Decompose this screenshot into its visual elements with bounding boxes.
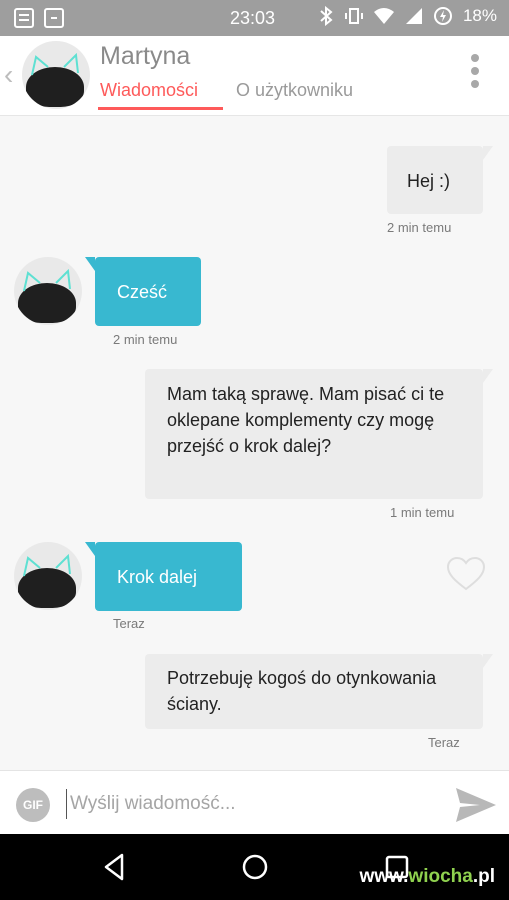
bluetooth-icon [320,6,333,26]
signal-icon [405,8,422,24]
system-icons: 18% [317,6,497,26]
watermark-prefix: www. [359,866,409,887]
battery-saver-icon [433,7,452,25]
message-outgoing: Mam taką sprawę. Mam pisać ci te oklepan… [145,369,493,499]
wifi-icon [373,8,394,24]
send-button[interactable] [454,785,498,825]
gif-button[interactable]: GIF [16,788,50,822]
watermark-brand: wiocha [408,866,473,887]
message-outgoing: Potrzebuję kogoś do otynkowania ściany. [145,654,493,729]
watermark: www.wiocha.pl [360,866,496,888]
message-incoming: Cześć [85,257,201,326]
notification-icons [14,8,64,28]
message-timestamp: 2 min temu [113,332,178,347]
contact-avatar-small[interactable] [14,542,82,610]
message-list: Hej :) 2 min temu Cześć 2 min temu Mam t… [0,116,509,770]
message-text: Mam taką sprawę. Mam pisać ci te oklepan… [167,384,445,456]
watermark-suffix: .pl [472,866,495,887]
nav-home-icon[interactable] [240,852,270,882]
active-tab-indicator [98,107,223,110]
like-heart-icon[interactable] [446,556,486,592]
chat-header: ‹ Martyna Wiadomości O użytkowniku [0,36,509,116]
status-time: 23:03 [230,8,276,28]
chevron-left-icon: ‹ [4,59,14,90]
back-button[interactable]: ‹ [4,60,22,90]
battery-level: 18% [462,6,497,25]
cat-ears-icon [23,268,71,292]
message-outgoing: Hej :) [387,146,493,214]
contact-name: Martyna [100,42,191,70]
message-timestamp: 2 min temu [387,220,452,235]
nav-back-icon[interactable] [100,852,130,882]
system-nav-bar: www.wiocha.pl [0,834,509,900]
contact-avatar[interactable] [22,41,90,109]
status-bar: 23:03 18% [0,0,509,36]
tab-about-user[interactable]: O użytkowniku [236,80,353,101]
message-incoming: Krok dalej [85,542,242,611]
message-text: Cześć [117,282,168,302]
more-options-button[interactable] [468,54,482,94]
message-timestamp: 1 min temu [390,505,455,520]
message-timestamp: Teraz [428,735,460,750]
message-text: Hej :) [407,171,451,191]
contact-avatar-small[interactable] [14,257,82,325]
composer: GIF [0,770,509,834]
message-input[interactable] [66,789,426,819]
message-text: Krok dalej [117,567,198,587]
notes-icon [14,8,34,28]
message-text: Potrzebuję kogoś do otynkowania ściany. [167,668,437,714]
clipboard-check-icon [44,8,64,28]
cat-ears-icon [23,553,71,577]
vibrate-icon [344,8,363,24]
message-timestamp: Teraz [113,616,145,631]
cat-ears-icon [31,52,79,76]
tab-messages[interactable]: Wiadomości [100,80,198,101]
